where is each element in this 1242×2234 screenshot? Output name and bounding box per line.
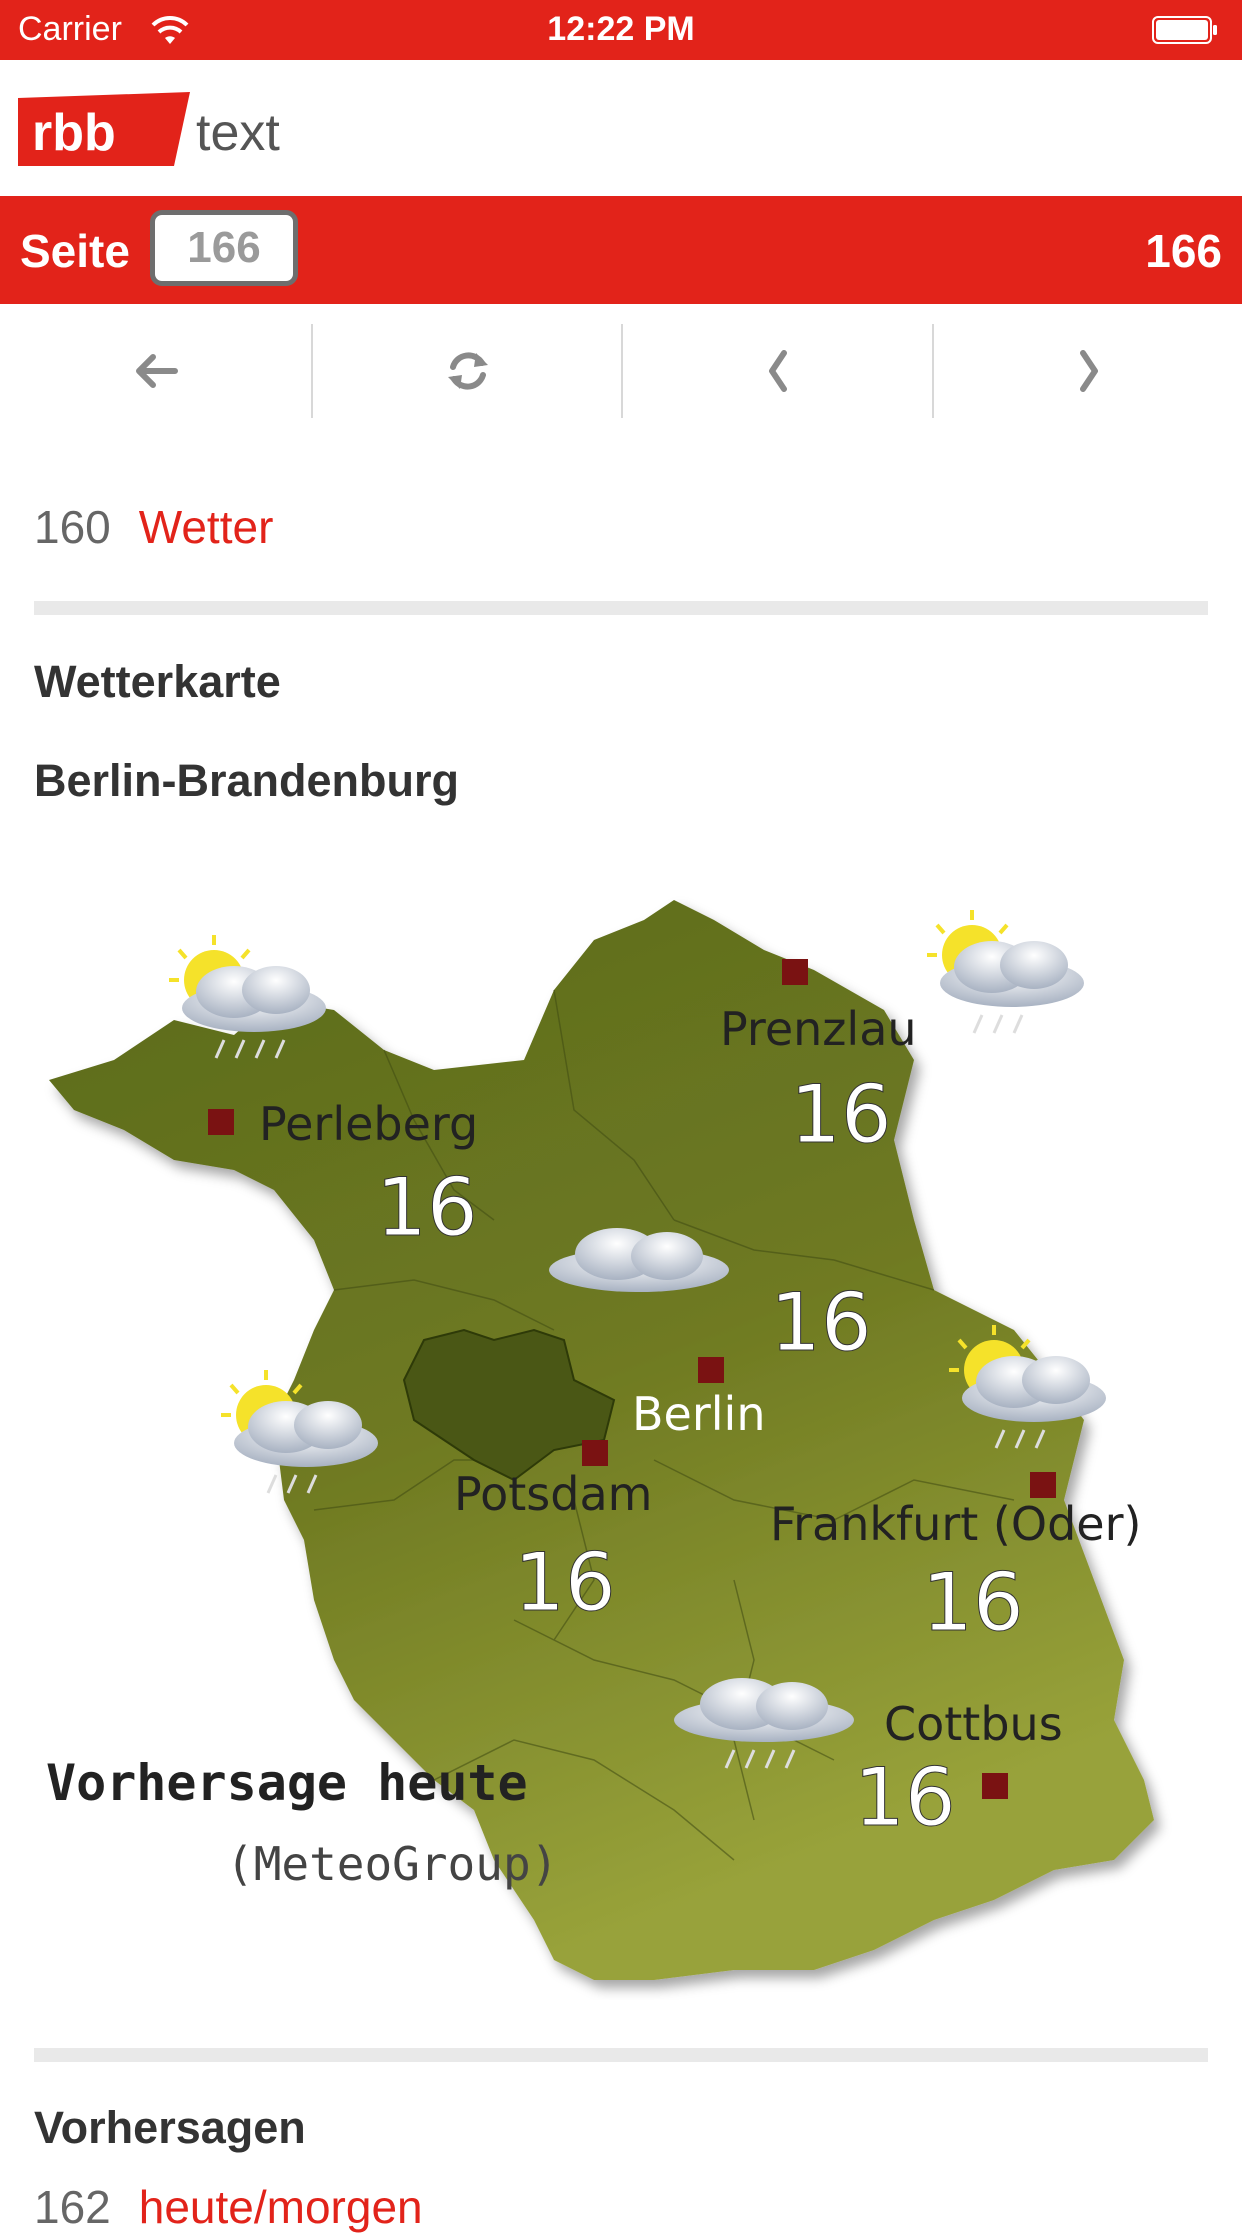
city-label-perleberg: Perleberg	[259, 1097, 478, 1151]
weather-map: Prenzlau Perleberg Berlin Potsdam Frankf…	[46, 900, 1154, 1980]
status-time: 12:22 PM	[547, 10, 695, 48]
berlin-marker	[698, 1357, 724, 1383]
current-page-number: 166	[1145, 225, 1222, 277]
perleberg-marker	[208, 1109, 234, 1135]
rbb-text-logo[interactable]: rbb text	[18, 92, 298, 172]
next-page-button[interactable]	[934, 324, 1242, 418]
back-button[interactable]	[0, 324, 310, 418]
prenzlau-marker	[782, 959, 808, 985]
city-label-berlin: Berlin	[632, 1387, 766, 1441]
page-bar: Seite 166 166	[0, 196, 1242, 304]
temp-cottbus: 16	[854, 1751, 956, 1844]
svg-text:rbb: rbb	[32, 104, 116, 162]
map-source: (MeteoGroup)	[226, 1837, 558, 1891]
frankfurt-marker	[1030, 1472, 1056, 1498]
page-subtitle: Berlin-Brandenburg	[34, 755, 460, 806]
temp-perleberg: 16	[376, 1161, 478, 1254]
list-item-number: 162	[34, 2181, 111, 2233]
refresh-icon	[448, 352, 488, 390]
map-caption: Vorhersage heute	[46, 1754, 528, 1812]
svg-text:text: text	[196, 104, 280, 162]
previous-page-button[interactable]	[623, 324, 933, 418]
section-divider	[34, 2048, 1208, 2062]
temp-potsdam: 16	[514, 1536, 616, 1629]
section-title-vorhersagen: Vorhersagen	[34, 2102, 306, 2153]
page-label: Seite	[20, 225, 130, 277]
temp-prenzlau: 16	[790, 1068, 892, 1161]
status-bar: Carrier 12:22 PM	[0, 0, 1242, 60]
chevron-left-icon	[769, 350, 787, 392]
section-divider	[34, 601, 1208, 615]
breadcrumb: 160 Wetter	[34, 500, 273, 554]
list-item[interactable]: 162 heute/morgen	[34, 2180, 423, 2234]
breadcrumb-page-number: 160	[34, 501, 111, 553]
cottbus-marker	[982, 1773, 1008, 1799]
city-label-cottbus: Cottbus	[884, 1697, 1063, 1751]
refresh-button[interactable]	[313, 324, 623, 418]
temp-berlin: 16	[770, 1276, 872, 1369]
sun-cloud-rain-icon	[927, 910, 1084, 1034]
city-label-potsdam: Potsdam	[454, 1467, 652, 1521]
city-label-prenzlau: Prenzlau	[720, 1002, 917, 1056]
potsdam-marker	[582, 1440, 608, 1466]
app-header: rbb text	[0, 60, 1242, 196]
breadcrumb-link-wetter[interactable]: Wetter	[139, 501, 274, 553]
page-title: Wetterkarte	[34, 656, 281, 707]
list-item-link[interactable]: heute/morgen	[139, 2181, 423, 2233]
battery-icon	[1152, 16, 1217, 44]
temp-frankfurt: 16	[922, 1556, 1024, 1649]
page-number-input[interactable]: 166	[150, 210, 298, 286]
city-label-frankfurt: Frankfurt (Oder)	[770, 1497, 1141, 1551]
back-icon	[136, 354, 178, 388]
chevron-right-icon	[1080, 350, 1098, 392]
navigation-bar	[0, 304, 1242, 434]
